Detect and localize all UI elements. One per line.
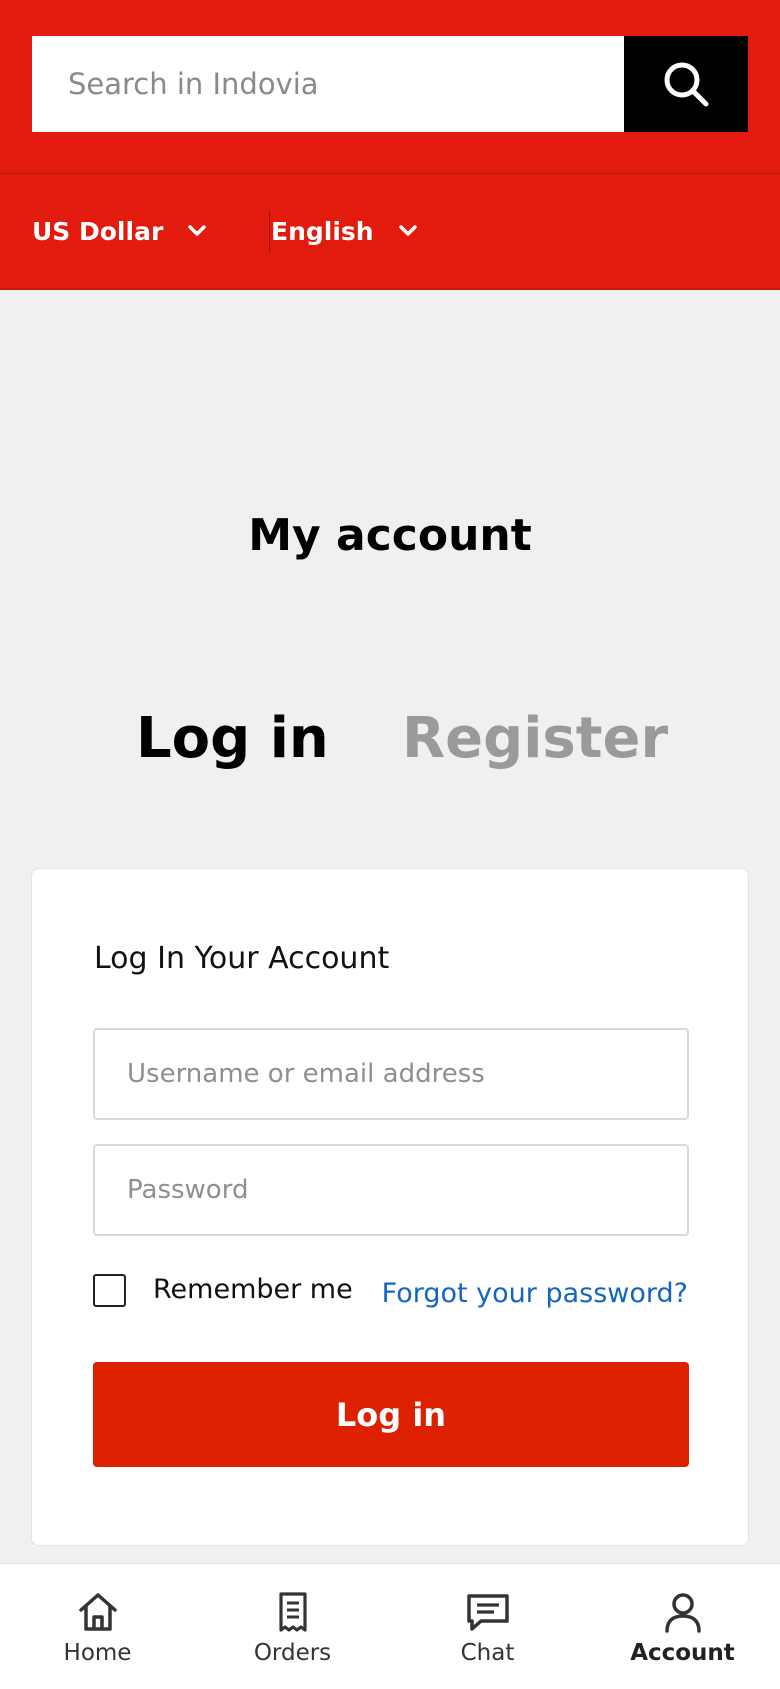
language-label: English [271,216,374,246]
nav-item-account[interactable]: Account [585,1564,780,1689]
home-icon [78,1593,117,1631]
nav-label-home: Home [63,1640,132,1666]
login-card: Log In Your Account Remember me Forgot y… [31,868,749,1546]
chevron-down-icon [188,225,207,236]
username-field[interactable] [93,1028,689,1120]
user-icon [664,1593,701,1633]
nav-label-chat: Chat [460,1640,515,1666]
currency-label: US Dollar [32,216,164,246]
nav-label-account: Account [630,1640,735,1666]
nav-item-home[interactable]: Home [0,1564,195,1689]
currency-selector[interactable]: US Dollar [32,174,207,288]
tab-login[interactable]: Log in [136,706,329,771]
remember-checkbox[interactable] [93,1274,126,1307]
currency-language-bar: US Dollar English [0,174,780,290]
receipt-icon [278,1592,307,1632]
login-heading: Log In Your Account [94,941,390,976]
password-field[interactable] [93,1144,689,1236]
bottom-nav: Home Orders Chat Account [0,1563,780,1689]
page-title: My account [248,510,532,561]
tab-register[interactable]: Register [402,706,668,771]
nav-label-orders: Orders [253,1640,332,1666]
forgot-password-link[interactable]: Forgot your password? [382,1278,688,1309]
chevron-down-icon [398,225,417,236]
nav-item-chat[interactable]: Chat [390,1564,585,1689]
search-button[interactable] [624,36,748,132]
header [0,0,780,174]
chat-icon [466,1594,509,1631]
login-button[interactable]: Log in [93,1362,689,1467]
nav-item-orders[interactable]: Orders [195,1564,390,1689]
search-icon [664,62,709,107]
search-input[interactable] [32,36,624,132]
language-selector[interactable]: English [271,174,418,288]
divider [269,210,270,252]
remember-label: Remember me [153,1274,353,1305]
